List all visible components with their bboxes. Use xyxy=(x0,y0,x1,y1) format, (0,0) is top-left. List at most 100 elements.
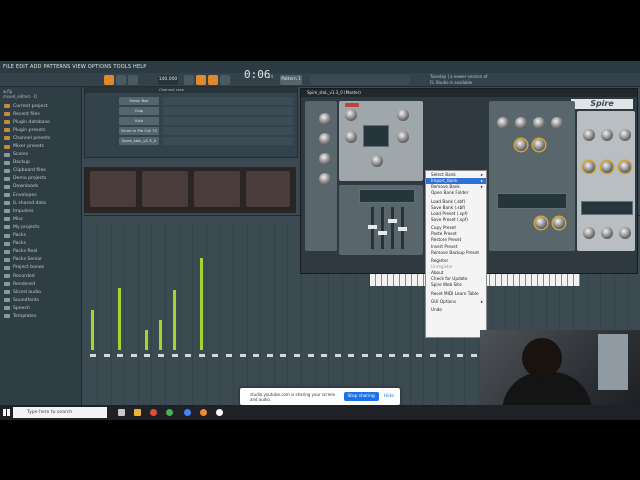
mixer-track[interactable] xyxy=(115,224,126,414)
stop-button[interactable] xyxy=(116,75,126,85)
browser-item[interactable]: Impulses xyxy=(0,207,81,215)
browser-item[interactable]: Templates xyxy=(0,312,81,320)
metronome-button[interactable] xyxy=(184,75,194,85)
mixer-track[interactable] xyxy=(197,224,207,414)
left-knob[interactable] xyxy=(319,153,331,165)
fx-knob[interactable] xyxy=(601,161,613,173)
left-knob[interactable] xyxy=(319,133,331,145)
browser-item[interactable]: Sliced audio xyxy=(0,288,81,296)
channel-button[interactable]: Music Box xyxy=(119,97,159,105)
left-knob[interactable] xyxy=(319,113,331,125)
browser-item[interactable]: Recent files xyxy=(0,110,81,118)
browser-item[interactable]: Plugin presets xyxy=(0,126,81,134)
mixer-fader[interactable] xyxy=(130,354,137,357)
osc-knob[interactable] xyxy=(345,131,357,143)
app-icon[interactable] xyxy=(150,409,157,416)
browser-item[interactable]: My projects xyxy=(0,223,81,231)
browser-item[interactable]: Scores xyxy=(0,151,81,159)
step-edit-button[interactable] xyxy=(220,75,230,85)
context-menu-item[interactable]: Open Bank Folder xyxy=(426,190,486,196)
file-explorer-icon[interactable] xyxy=(134,409,141,416)
task-view-icon[interactable] xyxy=(118,409,125,416)
mixer-fader[interactable] xyxy=(226,354,232,357)
mixer-track[interactable] xyxy=(129,224,139,414)
mixer-track[interactable] xyxy=(265,224,275,414)
osc-knob[interactable] xyxy=(397,109,409,121)
osc-toggle[interactable] xyxy=(345,103,359,107)
browser-item[interactable]: Plugin database xyxy=(0,118,81,126)
envelope-slider[interactable] xyxy=(368,207,377,249)
mixer-fader[interactable] xyxy=(307,354,314,357)
envelope-slider[interactable] xyxy=(388,207,397,249)
browser-item[interactable]: Demo projects xyxy=(0,175,81,183)
mixer-track[interactable] xyxy=(210,224,221,414)
mixer-track[interactable] xyxy=(251,224,262,414)
mixer-fader[interactable] xyxy=(430,354,436,357)
context-menu-item[interactable]: Undo xyxy=(426,307,486,313)
browser-item[interactable]: Backup xyxy=(0,159,81,167)
browser-item[interactable]: Current project xyxy=(0,102,81,110)
fx-knob[interactable] xyxy=(601,129,613,141)
browser-item[interactable]: Envelopes xyxy=(0,191,81,199)
filter-knob[interactable] xyxy=(515,117,527,129)
play-button[interactable] xyxy=(104,75,114,85)
mixer-fader[interactable] xyxy=(266,354,273,357)
envelope-slider[interactable] xyxy=(378,207,387,249)
fx-knob[interactable] xyxy=(601,227,613,239)
mixer-track[interactable] xyxy=(142,224,153,414)
envelope-slider[interactable] xyxy=(398,207,407,249)
browser-item[interactable]: Recorded xyxy=(0,272,81,280)
hide-button[interactable]: Hide xyxy=(384,394,394,399)
browser-item[interactable]: IL shared data xyxy=(0,199,81,207)
media-icon[interactable] xyxy=(216,409,223,416)
record-button[interactable] xyxy=(128,75,138,85)
step-sequencer-row[interactable] xyxy=(163,117,293,125)
filter-knob[interactable] xyxy=(533,117,545,129)
browser-item[interactable]: Clipboard files xyxy=(0,167,81,175)
step-sequencer-row[interactable] xyxy=(163,137,293,145)
filter-knob[interactable] xyxy=(551,117,563,129)
chrome-icon[interactable] xyxy=(184,409,191,416)
context-menu-item[interactable]: GUI Options ▸ xyxy=(426,299,486,305)
taskbar-search-input[interactable]: Type here to search xyxy=(13,407,107,418)
mixer-fader[interactable] xyxy=(103,354,110,357)
browser-item[interactable]: Packs xyxy=(0,240,81,248)
mixer-fader[interactable] xyxy=(457,354,464,357)
channel-button[interactable]: Kick xyxy=(119,117,159,125)
fx-knob[interactable] xyxy=(619,129,631,141)
channel-button[interactable]: Spire_stoL_v1.3_0 xyxy=(119,137,159,145)
mixer-fader[interactable] xyxy=(321,354,328,357)
mixer-fader[interactable] xyxy=(443,354,450,357)
playlist-clip[interactable] xyxy=(246,171,290,207)
filter-knob[interactable] xyxy=(497,117,509,129)
fx-knob[interactable] xyxy=(583,227,595,239)
windows-start-icon[interactable] xyxy=(3,409,10,416)
playlist-clip[interactable] xyxy=(90,171,136,207)
loop-record-button[interactable] xyxy=(208,75,218,85)
context-menu-item[interactable]: Reset MIDI Learn Table xyxy=(426,291,486,297)
browser-item[interactable]: Packs Senior xyxy=(0,256,81,264)
context-menu-item[interactable]: Spire Web Site xyxy=(426,282,486,288)
mixer-track[interactable] xyxy=(224,224,234,414)
menu-items[interactable]: FILE EDIT ADD PATTERNS VIEW OPTIONS TOOL… xyxy=(0,64,147,70)
context-menu-item[interactable]: Save Preset (.spf) xyxy=(426,217,486,223)
mixer-fader[interactable] xyxy=(348,354,355,357)
mixer-track[interactable] xyxy=(238,224,248,414)
mixer-fader[interactable] xyxy=(212,354,219,357)
tempo-display[interactable]: 140.000 xyxy=(158,75,178,85)
mixer-fader[interactable] xyxy=(362,354,368,357)
mixer-fader[interactable] xyxy=(280,354,287,357)
playlist-clip[interactable] xyxy=(142,171,188,207)
mixer-fader[interactable] xyxy=(239,354,246,357)
browser-item[interactable]: Packs xyxy=(0,232,81,240)
step-sequencer-row[interactable] xyxy=(163,107,293,115)
mixer-fader[interactable] xyxy=(253,354,260,357)
mixer-fader[interactable] xyxy=(185,354,192,357)
fl-studio-icon[interactable] xyxy=(200,409,207,416)
chrome-icon[interactable] xyxy=(166,409,173,416)
wait-button[interactable] xyxy=(196,75,206,85)
browser-item[interactable]: Rendered xyxy=(0,280,81,288)
mixer-fader[interactable] xyxy=(402,354,409,357)
mixer-fader[interactable] xyxy=(158,354,164,357)
step-sequencer-row[interactable] xyxy=(163,97,293,105)
